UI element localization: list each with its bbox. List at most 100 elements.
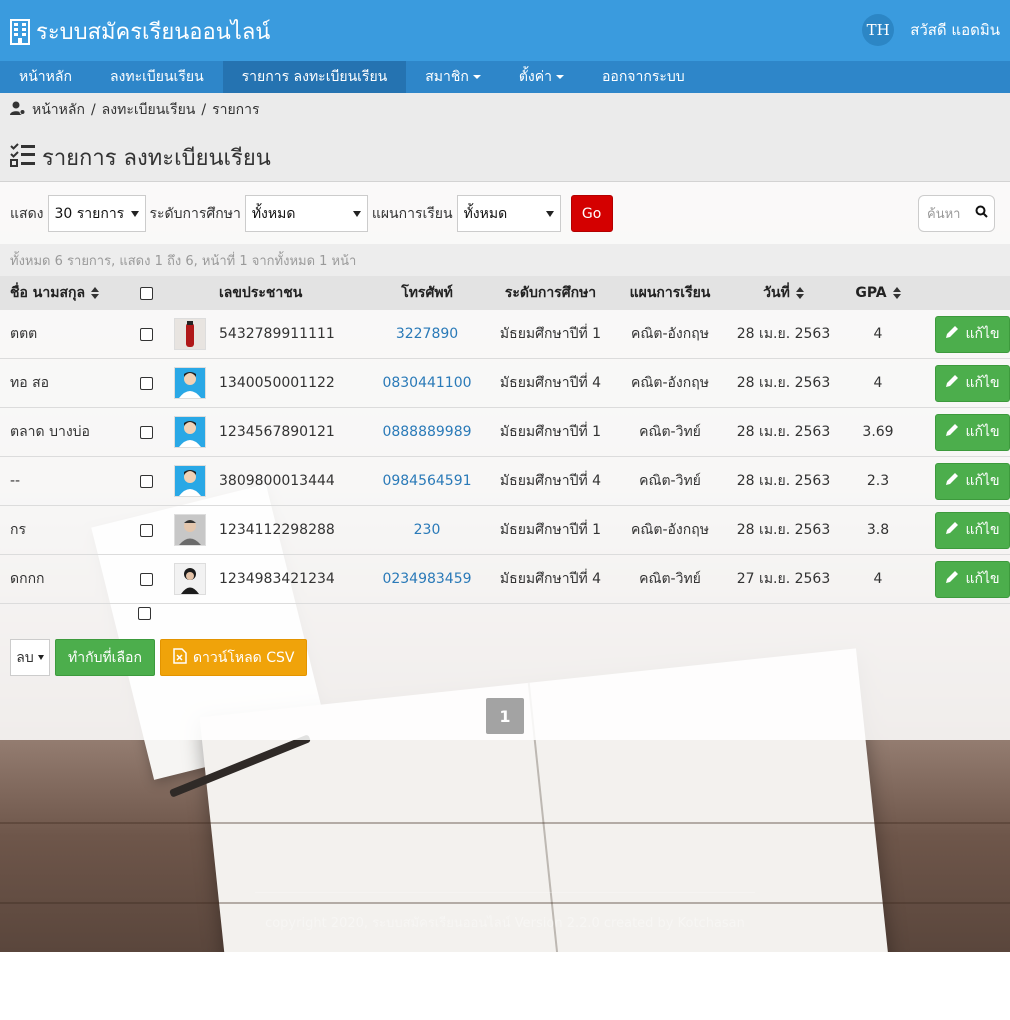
- cell-id: 1340050001122: [219, 375, 335, 391]
- cell-select[interactable]: [125, 327, 167, 341]
- dropdown-arrow-icon: [37, 655, 44, 660]
- title-area: หน้าหลัก / ลงทะเบียนเรียน / รายการ รายกา…: [0, 93, 1010, 182]
- nav-item-logout[interactable]: ออกจากระบบ: [583, 61, 704, 93]
- cell-image: [167, 318, 212, 350]
- main-nav: หน้าหลัก ลงทะเบียนเรียน รายการ ลงทะเบียน…: [0, 61, 1010, 93]
- header-date[interactable]: วันที่: [726, 282, 841, 304]
- phone-link[interactable]: 230: [414, 522, 441, 538]
- go-button[interactable]: Go: [570, 195, 613, 232]
- download-csv-label: ดาวน์โหลด CSV: [192, 649, 295, 666]
- cell-level: มัธยมศึกษาปีที่ 1: [499, 522, 602, 538]
- brand[interactable]: ระบบสมัครเรียนออนไลน์: [10, 14, 270, 49]
- row-checkbox[interactable]: [139, 474, 153, 488]
- show-count-select[interactable]: 30 รายการ: [47, 195, 146, 232]
- footer-checkbox[interactable]: [138, 607, 151, 620]
- download-csv-button[interactable]: ดาวน์โหลด CSV: [159, 639, 308, 676]
- edit-button[interactable]: แก้ไข: [935, 462, 1010, 500]
- cell-id: 1234112298288: [219, 522, 335, 538]
- table-row: ทอ สอ 1340050001122 0830441100 มัธยมศึกษาปี…: [0, 359, 1010, 408]
- cell-plan: คณิต-วิทย์: [639, 424, 701, 440]
- student-photo[interactable]: [173, 563, 206, 595]
- pencil-icon: [945, 325, 959, 343]
- background-plank: [0, 902, 1010, 904]
- plan-value: ทั้งหมด: [463, 205, 508, 222]
- bulk-action-select[interactable]: ลบ: [10, 639, 50, 676]
- user-greeting[interactable]: สวัสดี แอดมิน: [910, 18, 1000, 42]
- apply-selected-button[interactable]: ทำกับที่เลือก: [55, 639, 155, 676]
- header-level-label: ระดับการศึกษา: [504, 285, 597, 301]
- cell-actions: แก้ไข: [915, 462, 1010, 500]
- student-photo[interactable]: [173, 367, 206, 399]
- cell-date: 28 เม.ย. 2563: [736, 424, 831, 440]
- header-plan-label: แผนการเรียน: [629, 285, 711, 301]
- phone-link[interactable]: 0830441100: [382, 375, 471, 391]
- cell-level: มัธยมศึกษาปีที่ 1: [499, 326, 602, 342]
- cell-date: 27 เม.ย. 2563: [736, 571, 831, 587]
- cell-image: [167, 465, 212, 497]
- edit-button[interactable]: แก้ไข: [935, 560, 1010, 598]
- edit-button[interactable]: แก้ไข: [935, 413, 1010, 451]
- student-photo[interactable]: [173, 514, 206, 546]
- cell-date: 28 เม.ย. 2563: [736, 522, 831, 538]
- edit-label: แก้ไข: [965, 571, 1000, 587]
- pagination-page-1[interactable]: 1: [486, 698, 524, 734]
- cell-tel: 0830441100: [367, 375, 487, 391]
- phone-link[interactable]: 0234983459: [382, 571, 471, 587]
- cell-name: ดกกก: [10, 571, 45, 587]
- dropdown-arrow-icon: [130, 210, 139, 217]
- breadcrumb-separator: /: [201, 102, 207, 118]
- search-icon[interactable]: [975, 205, 988, 222]
- cell-select[interactable]: [125, 376, 167, 390]
- breadcrumb-separator: /: [90, 102, 96, 118]
- sort-icon: [892, 287, 901, 299]
- nav-item-register[interactable]: ลงทะเบียนเรียน: [91, 61, 223, 93]
- nav-item-members[interactable]: สมาชิก: [406, 61, 500, 93]
- user-menu[interactable]: TH สวัสดี แอดมิน: [862, 14, 1000, 46]
- cell-name: --: [10, 473, 21, 489]
- edit-button[interactable]: แก้ไข: [935, 511, 1010, 549]
- phone-link[interactable]: 3227890: [396, 326, 458, 342]
- cell-actions: แก้ไข: [915, 511, 1010, 549]
- student-photo[interactable]: [173, 465, 206, 497]
- cell-select[interactable]: [125, 474, 167, 488]
- nav-label: สมาชิก: [425, 69, 469, 85]
- edit-button[interactable]: แก้ไข: [935, 315, 1010, 353]
- cell-actions: แก้ไข: [915, 315, 1010, 353]
- cell-select[interactable]: [125, 523, 167, 537]
- cell-name: ตลาด บางบ่อ: [10, 424, 90, 440]
- header-select-all[interactable]: [125, 286, 167, 300]
- breadcrumb-register[interactable]: ลงทะเบียนเรียน: [102, 99, 196, 121]
- student-photo[interactable]: [173, 416, 206, 448]
- row-checkbox[interactable]: [139, 523, 153, 537]
- header-gpa[interactable]: GPA: [841, 285, 915, 301]
- select-all-checkbox[interactable]: [139, 286, 153, 300]
- cell-name: ทอ สอ: [10, 375, 50, 391]
- student-photo[interactable]: [173, 318, 206, 350]
- level-select[interactable]: ทั้งหมด: [244, 195, 368, 232]
- header-name[interactable]: ชื่อ นามสกุล: [0, 282, 125, 304]
- breadcrumb-home[interactable]: หน้าหลัก: [32, 99, 85, 121]
- page-title: รายการ ลงทะเบียนเรียน: [10, 140, 271, 175]
- background-plank: [0, 822, 1010, 824]
- footer-divider: [255, 892, 755, 893]
- row-checkbox[interactable]: [139, 572, 153, 586]
- cell-gpa: 2.3: [866, 473, 890, 489]
- avatar[interactable]: TH: [862, 14, 895, 46]
- phone-link[interactable]: 0888889989: [382, 424, 471, 440]
- nav-item-home[interactable]: หน้าหลัก: [0, 61, 91, 93]
- nav-item-settings[interactable]: ตั้งค่า: [500, 61, 583, 93]
- cell-select[interactable]: [125, 425, 167, 439]
- cell-actions: แก้ไข: [915, 364, 1010, 402]
- cell-select[interactable]: [125, 572, 167, 586]
- cell-image: [167, 514, 212, 546]
- edit-button[interactable]: แก้ไข: [935, 364, 1010, 402]
- nav-item-register-list[interactable]: รายการ ลงทะเบียนเรียน: [222, 61, 407, 93]
- cell-gpa: 4: [873, 326, 883, 342]
- row-checkbox[interactable]: [139, 327, 153, 341]
- footer-copyright: copyright 2020, ระบบสมัครเรียนออนไลน์ Ve…: [265, 916, 745, 931]
- plan-select[interactable]: ทั้งหมด: [456, 195, 561, 232]
- phone-link[interactable]: 0984564591: [382, 473, 471, 489]
- row-checkbox[interactable]: [139, 425, 153, 439]
- row-checkbox[interactable]: [139, 376, 153, 390]
- search-input[interactable]: ค้นหา: [918, 195, 995, 232]
